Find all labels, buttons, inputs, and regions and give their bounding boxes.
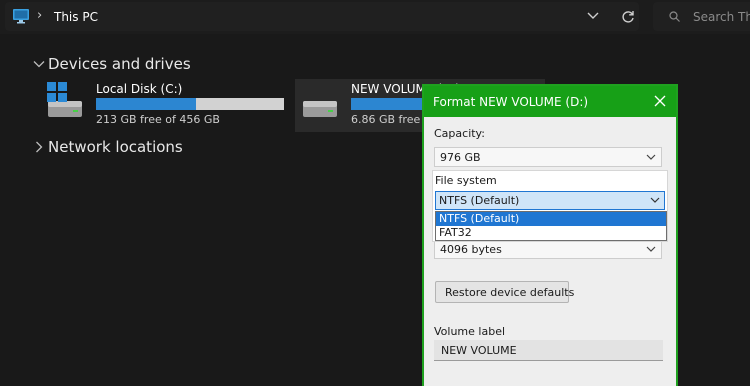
chevron-right-icon[interactable]	[33, 141, 45, 153]
drive-usage-fill	[96, 98, 196, 110]
close-icon[interactable]	[654, 95, 666, 107]
address-bar[interactable]: › This PC	[5, 2, 639, 31]
hard-drive-icon	[303, 101, 337, 117]
chevron-down-icon	[646, 154, 656, 160]
dialog-title-bar: Format NEW VOLUME (D:)	[424, 86, 676, 117]
restore-device-defaults-button[interactable]: Restore device defaults	[435, 281, 574, 303]
capacity-label: Capacity:	[434, 127, 485, 140]
drive-c[interactable]: Local Disk (C:) 213 GB free of 456 GB	[40, 79, 292, 132]
refresh-icon[interactable]	[621, 10, 635, 24]
this-pc-icon	[13, 9, 29, 24]
volume-label-input[interactable]: NEW VOLUME	[434, 340, 663, 361]
dialog-title: Format NEW VOLUME (D:)	[433, 95, 589, 109]
section-network-locations[interactable]: Network locations	[48, 138, 183, 156]
breadcrumb-this-pc[interactable]: This PC	[54, 10, 98, 24]
search-placeholder: Search This PC	[693, 10, 750, 24]
file-system-select[interactable]: NTFS (Default)	[435, 191, 665, 210]
chevron-down-icon[interactable]	[587, 11, 599, 21]
search-box[interactable]: Search This PC	[653, 2, 750, 31]
drive-free-space: 213 GB free of 456 GB	[96, 113, 220, 126]
chevron-down-icon	[650, 197, 660, 203]
search-icon	[669, 11, 680, 22]
allocation-unit-value: 4096 bytes	[440, 243, 502, 256]
option-label: FAT32	[439, 226, 472, 239]
file-system-value: NTFS (Default)	[439, 194, 520, 207]
file-system-dropdown-list: NTFS (Default) FAT32	[435, 211, 667, 241]
section-devices-and-drives[interactable]: Devices and drives	[48, 55, 191, 73]
file-system-label: File system	[435, 174, 497, 187]
breadcrumb-separator: ›	[37, 8, 43, 23]
option-fat32[interactable]: FAT32	[436, 226, 666, 240]
option-ntfs[interactable]: NTFS (Default)	[436, 212, 666, 226]
option-label: NTFS (Default)	[439, 212, 520, 225]
chevron-down-icon	[646, 246, 656, 252]
file-system-panel: File system NTFS (Default) NTFS (Default…	[432, 170, 668, 242]
windows-logo-icon	[47, 82, 67, 102]
drive-name: Local Disk (C:)	[96, 82, 183, 96]
volume-label-value: NEW VOLUME	[441, 344, 517, 357]
chevron-down-icon[interactable]	[33, 58, 45, 70]
volume-label-label: Volume label	[434, 325, 506, 338]
title-bar: › This PC Search This PC	[0, 0, 750, 34]
capacity-value: 976 GB	[440, 151, 481, 164]
hard-drive-icon	[48, 101, 82, 117]
capacity-select[interactable]: 976 GB	[434, 147, 662, 167]
allocation-unit-select[interactable]: 4096 bytes	[434, 239, 662, 259]
drive-usage-bar	[96, 98, 284, 110]
restore-button-label: Restore device defaults	[445, 286, 575, 299]
